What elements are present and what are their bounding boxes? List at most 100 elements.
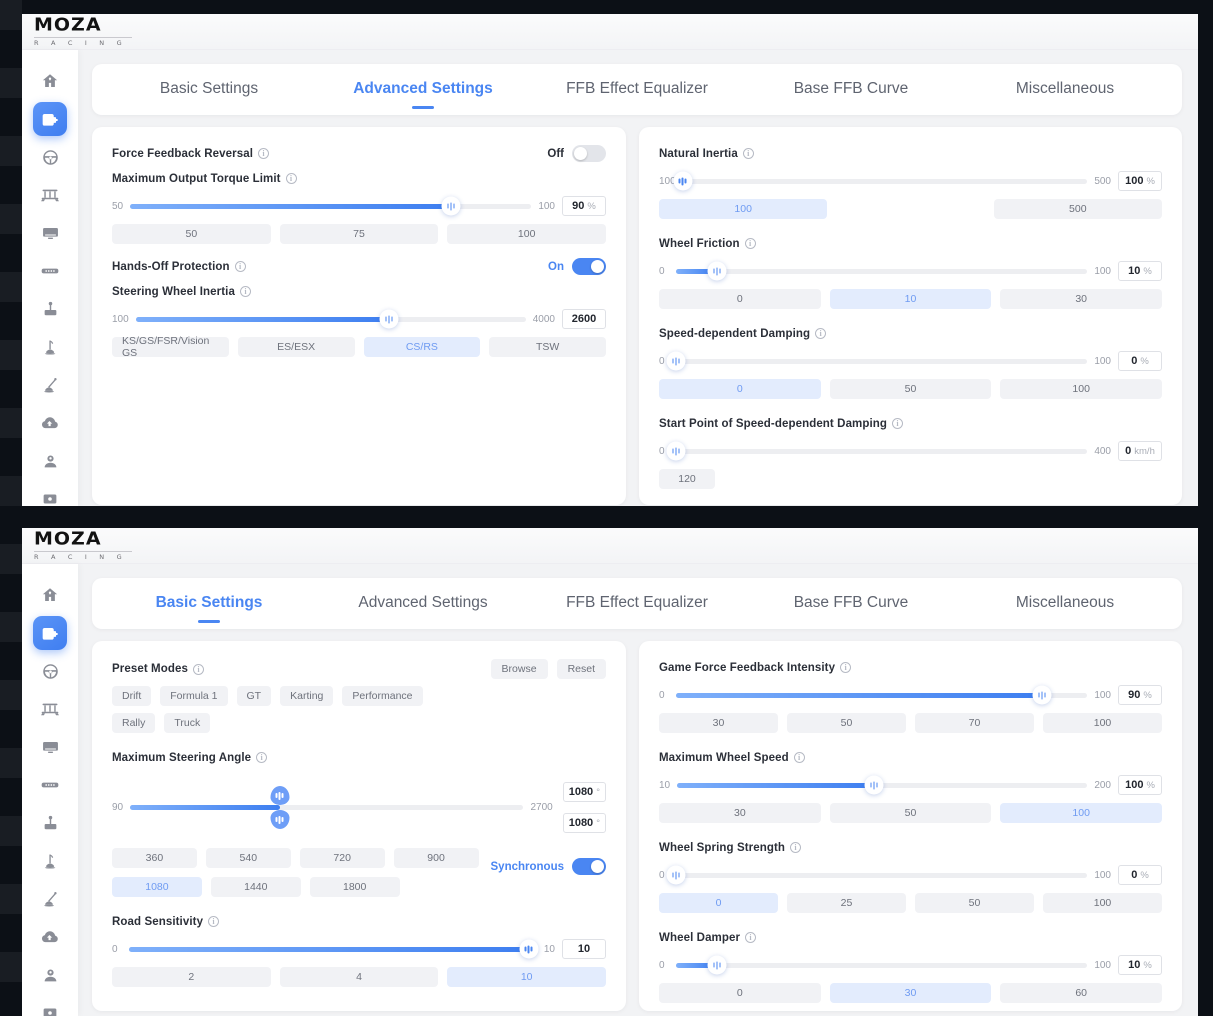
preset-road-sensitivity-1[interactable]: 4 [279,967,439,987]
slider-wheel-inertia[interactable]: 100 4000 2600 [112,308,606,330]
slider-thumb[interactable] [519,939,539,959]
road-sensitivity-value-box[interactable]: 10 [562,939,606,959]
slider-thumb[interactable] [441,196,461,216]
slider-speed-dependent-damping[interactable]: 0 100 0% [659,350,1162,372]
preset-steering-angle-r1-1[interactable]: 540 [205,848,291,868]
preset-max-torque-1[interactable]: 75 [279,224,439,244]
steering-angle-value-top[interactable]: 1080 ° [562,782,606,802]
preset-steering-angle-r2-1[interactable]: 1440 [210,877,301,897]
tab-basic-settings[interactable]: Basic Settings [102,68,316,111]
sidebar-item-sequential-shifter[interactable] [33,882,67,916]
info-icon[interactable]: i [892,418,904,429]
browse-button[interactable]: Browse [490,659,548,679]
maximum-wheel-speed-value-box[interactable]: 100% [1118,775,1162,795]
slider-wheel-damper[interactable]: 0 100 10% [659,954,1162,976]
synchronous-toggle[interactable] [572,858,606,875]
preset-steering-angle-r1-0[interactable]: 360 [112,848,197,868]
sidebar-item-dashboard[interactable] [33,730,67,764]
wheel-spring-strength-value-box[interactable]: 0% [1118,865,1162,885]
info-icon[interactable]: i [285,173,297,184]
tab-base-ffb-curve[interactable]: Base FFB Curve [744,68,958,111]
preset-road-sensitivity-2[interactable]: 10 [447,967,607,987]
info-icon[interactable]: i [745,932,757,943]
ffb-reversal-toggle[interactable] [572,145,606,162]
preset-wheel-damper-0[interactable]: 0 [659,983,821,1003]
start-point-speed-damping-value-box[interactable]: 0 km/h [1118,441,1162,461]
slider-road-sensitivity[interactable]: 0 10 10 [112,938,606,960]
slider-wheel-spring-strength[interactable]: 0 100 0% [659,864,1162,886]
tab-ffb-effect-equalizer[interactable]: FFB Effect Equalizer [530,582,744,625]
tab-advanced-settings[interactable]: Advanced Settings [316,68,530,111]
sidebar-item-steering-wheel[interactable] [33,140,67,174]
preset-speed-dependent-damping-1[interactable]: 50 [829,379,992,399]
preset-wheel-friction-1[interactable]: 10 [829,289,992,309]
tab-miscellaneous[interactable]: Miscellaneous [958,582,1172,625]
preset-wheel-spring-strength-0[interactable]: 0 [659,893,778,913]
max-torque-value-box[interactable]: 90 % [562,196,606,216]
sidebar-item-cloud[interactable] [33,406,67,440]
tab-ffb-effect-equalizer[interactable]: FFB Effect Equalizer [530,68,744,111]
info-icon[interactable]: i [793,752,805,763]
preset-wheel-inertia-1[interactable]: ES/ESX [237,337,355,357]
preset-steering-angle-r1-3[interactable]: 900 [393,848,479,868]
preset-wheel-spring-strength-2[interactable]: 50 [915,893,1034,913]
preset-speed-dependent-damping-0[interactable]: 0 [659,379,821,399]
speed-dependent-damping-value-box[interactable]: 0% [1118,351,1162,371]
slider-thumb[interactable] [379,309,399,329]
preset-game-ffb-intensity-2[interactable]: 70 [915,713,1034,733]
preset-wheel-friction-0[interactable]: 0 [659,289,821,309]
preset-steering-angle-r2-2[interactable]: 1800 [309,877,400,897]
sidebar-item-handbrake[interactable] [33,844,67,878]
preset-road-sensitivity-0[interactable]: 2 [112,967,271,987]
info-icon[interactable]: i [208,916,220,927]
sidebar-item-home[interactable] [33,64,67,98]
wheel-damper-value-box[interactable]: 10% [1118,955,1162,975]
info-icon[interactable]: i [815,328,827,339]
preset-speed-dependent-damping-2[interactable]: 100 [1000,379,1163,399]
preset-steering-angle-r1-2[interactable]: 720 [299,848,385,868]
info-icon[interactable]: i [258,148,270,159]
preset-wheel-damper-2[interactable]: 60 [1000,983,1163,1003]
preset-max-torque-2[interactable]: 100 [447,224,607,244]
preset-natural-inertia-0[interactable]: 100 [659,199,828,219]
preset-mode-r1-1[interactable]: Formula 1 [160,686,228,706]
sidebar-item-sequential-shifter[interactable] [33,368,67,402]
slider-thumb[interactable] [707,955,727,975]
steering-angle-value-bottom[interactable]: 1080 ° [562,813,606,833]
info-icon[interactable]: i [744,238,756,249]
tab-advanced-settings[interactable]: Advanced Settings [316,582,530,625]
info-icon[interactable]: i [790,842,802,853]
slider-game-ffb-intensity[interactable]: 0 100 90% [659,684,1162,706]
preset-maximum-wheel-speed-2[interactable]: 100 [1000,803,1163,823]
slider-natural-inertia[interactable]: 100 500 100% [659,170,1162,192]
slider-maximum-wheel-speed[interactable]: 10 200 100% [659,774,1162,796]
preset-game-ffb-intensity-1[interactable]: 50 [787,713,906,733]
slider-thumb[interactable] [666,351,686,371]
slider-thumb[interactable] [673,171,693,191]
info-icon[interactable]: i [234,261,246,272]
info-icon[interactable]: i [742,148,754,159]
slider-thumb[interactable] [666,865,686,885]
slider-thumb[interactable] [666,441,686,461]
sidebar-item-keypad[interactable] [33,768,67,802]
preset-game-ffb-intensity-3[interactable]: 100 [1043,713,1162,733]
info-icon[interactable]: i [840,662,852,673]
info-icon[interactable]: i [239,286,251,297]
sidebar-item-user[interactable] [33,444,67,478]
preset-maximum-wheel-speed-1[interactable]: 50 [829,803,992,823]
sidebar-item-handbrake[interactable] [33,330,67,364]
preset-wheel-inertia-2[interactable]: CS/RS [363,337,481,357]
sidebar-item-home[interactable] [33,578,67,612]
preset-mode-r1-4[interactable]: Performance [342,686,423,706]
sidebar-item-pedals[interactable] [33,178,67,212]
slider-thumb[interactable] [864,775,884,795]
sidebar-item-steering-wheel[interactable] [33,654,67,688]
info-icon[interactable]: i [256,752,268,763]
tab-miscellaneous[interactable]: Miscellaneous [958,68,1172,111]
preset-wheel-damper-1[interactable]: 30 [829,983,992,1003]
slider-thumb-upper[interactable] [270,786,290,805]
reset-button[interactable]: Reset [556,659,606,679]
sidebar-item-shifter[interactable] [33,292,67,326]
natural-inertia-value-box[interactable]: 100% [1118,171,1162,191]
tab-basic-settings[interactable]: Basic Settings [102,582,316,625]
